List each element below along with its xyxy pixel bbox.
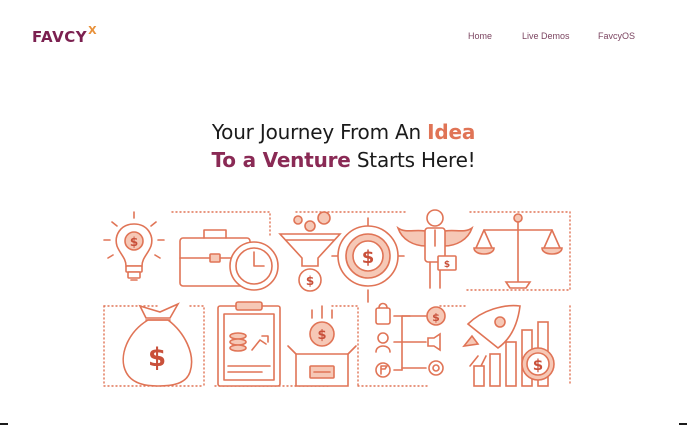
rocket-growth-chart-icon: $ bbox=[462, 304, 555, 387]
briefcase-clock-icon bbox=[179, 229, 279, 291]
headline-line-2-suffix: Starts Here! bbox=[350, 148, 476, 172]
business-flowchart-icon: $ bbox=[375, 302, 446, 378]
svg-text:$: $ bbox=[317, 328, 326, 343]
clipboard-growth-icon bbox=[217, 301, 281, 387]
nav-home[interactable]: Home bbox=[468, 30, 492, 42]
lightbulb-dollar-icon: $ bbox=[103, 211, 165, 281]
headline-line-1-prefix: Your Journey From An bbox=[211, 120, 428, 144]
svg-text:$: $ bbox=[362, 247, 375, 268]
headline-venture-highlight: To a Venture bbox=[211, 148, 351, 172]
box-dollar-icon: $ bbox=[287, 305, 357, 387]
hero-headline: Your Journey From An Idea To a Venture S… bbox=[0, 118, 687, 174]
hero-illustration: .o{fill:none;stroke:#e07456;stroke-width… bbox=[100, 206, 574, 392]
svg-text:$: $ bbox=[148, 343, 166, 373]
svg-text:$: $ bbox=[432, 311, 440, 324]
right-edge-mark bbox=[679, 423, 687, 425]
balance-scale-icon bbox=[473, 213, 563, 289]
funnel-coin-icon: $ bbox=[278, 211, 342, 292]
svg-text:$: $ bbox=[130, 235, 138, 249]
headline-line-2: To a Venture Starts Here! bbox=[0, 146, 687, 174]
svg-text:$: $ bbox=[533, 356, 543, 374]
site-header: FAVCY X Home Live Demos FavcyOS bbox=[0, 0, 687, 72]
money-bag-icon: $ bbox=[122, 302, 193, 387]
nav-live-demos[interactable]: Live Demos bbox=[522, 30, 570, 42]
left-edge-mark bbox=[0, 423, 8, 425]
target-dollar-icon: $ bbox=[331, 217, 405, 303]
angel-investor-icon: $ bbox=[396, 209, 474, 289]
nav-favcyos[interactable]: FavcyOS bbox=[598, 30, 635, 42]
headline-line-1: Your Journey From An Idea bbox=[0, 118, 687, 146]
headline-idea-highlight: Idea bbox=[427, 120, 476, 144]
svg-text:$: $ bbox=[306, 274, 314, 288]
svg-text:$: $ bbox=[444, 260, 450, 270]
main-nav: Home Live Demos FavcyOS bbox=[0, 30, 687, 44]
